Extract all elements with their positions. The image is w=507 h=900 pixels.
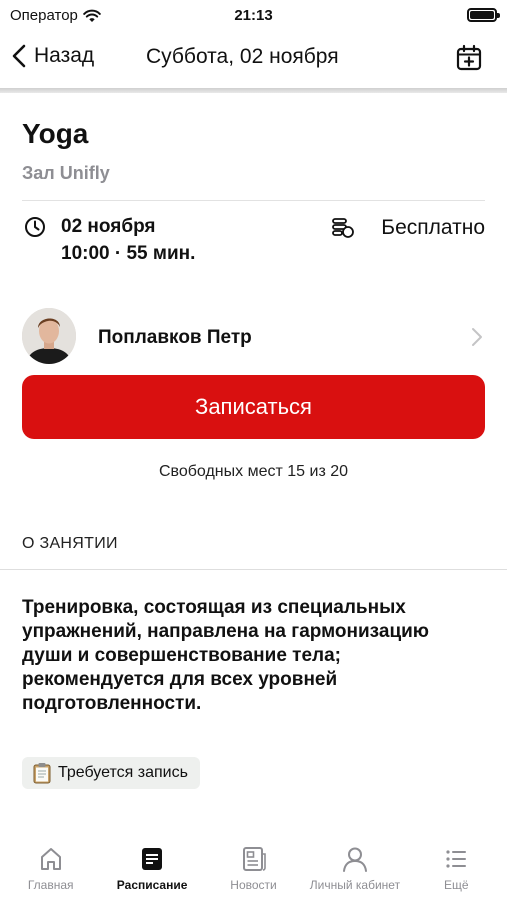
chevron-right-icon xyxy=(472,328,482,346)
status-bar: Оператор 21:13 xyxy=(0,0,507,32)
tab-more[interactable]: Ещё xyxy=(406,836,507,900)
clipboard-icon xyxy=(33,763,51,784)
event-date: 02 ноября xyxy=(61,216,156,237)
back-button[interactable]: Назад xyxy=(12,44,94,68)
chevron-left-icon xyxy=(12,44,26,68)
event-description: Тренировка, состоящая из специальных упр… xyxy=(22,597,430,714)
tab-label: Ещё xyxy=(444,878,469,892)
trainer-avatar xyxy=(22,308,76,364)
tab-label: Новости xyxy=(230,878,277,892)
tag-label: Требуется запись xyxy=(58,764,188,781)
tab-home[interactable]: Главная xyxy=(0,836,101,900)
divider xyxy=(0,569,507,570)
coins-price-icon xyxy=(332,218,354,238)
event-time-duration: 10:00 · 55 мин. xyxy=(61,243,196,264)
trainer-name: Поплавков Петр xyxy=(98,327,252,348)
about-section-heading: О ЗАНЯТИИ xyxy=(22,535,118,552)
tab-schedule[interactable]: Расписание xyxy=(101,836,202,900)
add-to-calendar-icon[interactable] xyxy=(455,44,483,72)
tab-bar: Главная Расписание Новости Личный кабине… xyxy=(0,836,507,900)
tab-news[interactable]: Новости xyxy=(203,836,304,900)
navbar-divider xyxy=(0,88,507,93)
tab-label: Личный кабинет xyxy=(309,878,401,892)
event-title: Yoga xyxy=(22,118,89,149)
event-price: Бесплатно xyxy=(381,216,485,239)
profile-icon xyxy=(342,847,367,872)
tab-label: Главная xyxy=(27,878,74,892)
more-list-icon xyxy=(446,850,467,868)
signup-button[interactable]: Записаться xyxy=(22,375,485,439)
clock-time: 21:13 xyxy=(234,7,273,24)
registration-required-tag: Требуется запись xyxy=(22,757,200,789)
divider xyxy=(22,200,485,201)
page-title: Суббота, 02 ноября xyxy=(146,45,339,68)
event-hall: Зал Unifly xyxy=(22,163,110,183)
battery-icon xyxy=(467,8,500,22)
tab-profile[interactable]: Личный кабинет xyxy=(304,836,405,900)
trainer-row[interactable]: Поплавков Петр xyxy=(22,308,485,366)
free-seats-text: Свободных мест 15 из 20 xyxy=(158,463,349,480)
schedule-icon xyxy=(142,848,163,870)
navigation-bar: Назад Суббота, 02 ноября xyxy=(0,32,507,88)
clock-icon xyxy=(25,217,45,237)
news-icon xyxy=(242,847,266,871)
home-icon xyxy=(40,848,61,870)
tab-label: Расписание xyxy=(116,878,188,892)
back-label: Назад xyxy=(34,44,95,67)
